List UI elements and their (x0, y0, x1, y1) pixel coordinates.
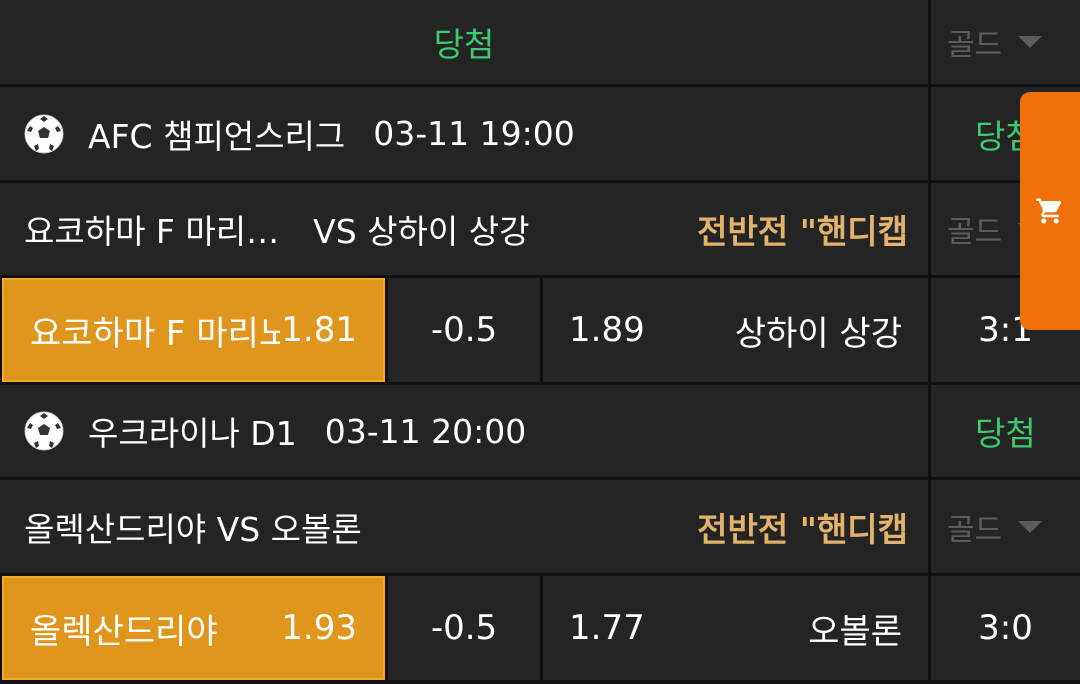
match-league-row: AFC 챔피언스리그 03-11 19:00 당첨 (0, 87, 1080, 180)
away-team-name: 상하이 상강 (734, 313, 902, 354)
home-team-name: 요코하마 F 마리노 (30, 313, 280, 354)
soccer-ball-icon (24, 411, 64, 451)
teams-text: 올렉산드리야 VS 오볼론 (24, 509, 362, 549)
match-status-cell: 당첨 (928, 385, 1080, 477)
chevron-down-icon (1018, 36, 1043, 48)
vs-text: VS 상하이 상강 (313, 212, 530, 251)
cart-button[interactable] (1020, 92, 1080, 330)
soccer-ball-icon (24, 114, 64, 153)
gold-dropdown-label: 골드 (947, 28, 1003, 63)
home-selection[interactable]: 요코하마 F 마리노 1.81 (2, 278, 385, 382)
home-selection[interactable]: 올렉산드리야 1.93 (2, 576, 385, 680)
home-odds: 1.93 (281, 608, 357, 648)
match-score: 3:0 (978, 608, 1033, 648)
header-status-text: 당첨 (433, 25, 495, 64)
league-cell: AFC 챔피언스리그 03-11 19:00 (0, 87, 928, 180)
league-cell: 우크라이나 D1 03-11 20:00 (0, 385, 928, 477)
bet-type: 전반전 "핸디캡 (697, 509, 908, 549)
header-row: 당첨 골드 (0, 0, 1080, 84)
away-odds: 1.89 (569, 310, 645, 350)
handicap-value: -0.5 (430, 608, 498, 648)
header-status-cell: 당첨 (0, 0, 928, 84)
handicap-cell: -0.5 (388, 576, 540, 680)
match-league-row: 우크라이나 D1 03-11 20:00 당첨 (0, 385, 1080, 477)
match-status: 당첨 (975, 414, 1036, 453)
score-cell: 3:0 (931, 576, 1080, 680)
away-selection[interactable]: 1.77 오볼론 (543, 576, 928, 680)
gold-dropdown-label: 골드 (947, 512, 1003, 548)
bet-history-screen: 당첨 골드 AFC 챔피언스리그 03-11 19:00 당첨 요코하마 F 마… (0, 0, 1080, 684)
match-odds-row: 올렉산드리야 1.93 -0.5 1.77 오볼론 3:0 (0, 576, 1080, 680)
away-odds: 1.77 (569, 608, 645, 648)
match-datetime: 03-11 20:00 (324, 411, 527, 451)
gold-dropdown-label: 골드 (947, 215, 1003, 250)
bet-type-cell: 전반전 "핸디캡 (640, 480, 908, 573)
home-odds: 1.81 (281, 310, 357, 350)
home-team-name: 올렉산드리야 (30, 611, 218, 652)
teams-cell: 올렉산드리야 VS 오볼론 (0, 480, 640, 573)
bet-type: 전반전 "핸디캡 (697, 212, 908, 251)
match-teams-row: 올렉산드리야 VS 오볼론 전반전 "핸디캡 골드 (0, 480, 1080, 573)
teams-text: 요코하마 F 마리… (24, 212, 280, 251)
gold-dropdown[interactable]: 골드 (928, 0, 1080, 84)
chevron-down-icon (1018, 520, 1043, 533)
match-odds-row: 요코하마 F 마리노 1.81 -0.5 1.89 상하이 상강 3:1 (0, 278, 1080, 382)
shopping-cart-icon (1036, 198, 1062, 224)
bet-type-cell: 전반전 "핸디캡 (640, 183, 908, 275)
gold-dropdown[interactable]: 골드 (928, 480, 1080, 573)
away-team-name: 오볼론 (808, 611, 902, 652)
away-selection[interactable]: 1.89 상하이 상강 (543, 278, 928, 382)
league-name: 우크라이나 D1 (88, 414, 297, 453)
league-name: AFC 챔피언스리그 (88, 116, 346, 156)
handicap-cell: -0.5 (388, 278, 540, 382)
handicap-value: -0.5 (430, 310, 498, 350)
match-teams-row: 요코하마 F 마리… VS 상하이 상강 전반전 "핸디캡 골드 (0, 183, 1080, 275)
match-datetime: 03-11 19:00 (373, 114, 575, 153)
